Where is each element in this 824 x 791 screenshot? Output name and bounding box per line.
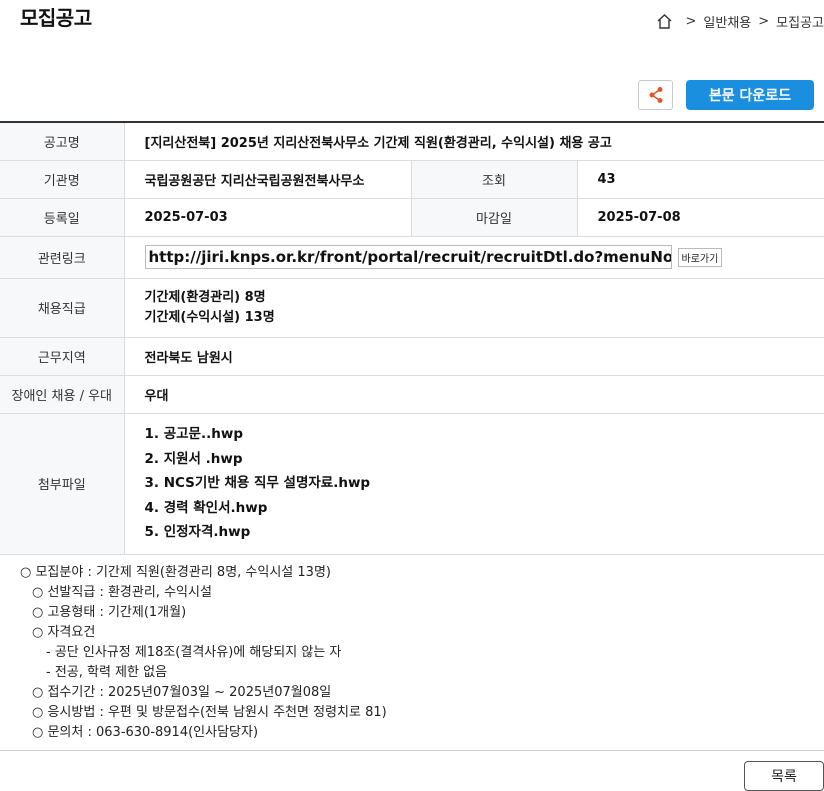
body-line: ○ 문의처 : 063-630-8914(인사담당자) [32,725,259,740]
disabled-value: 우대 [124,375,824,414]
region-value: 전라북도 남원시 [124,337,824,376]
file-link[interactable]: 5. 인정자격.hwp [145,520,824,545]
reg-date-value: 2025-07-03 [124,198,411,237]
share-icon [649,87,662,103]
position-value: 기간제(환경관리) 8명 기간제(수익시설) 13명 [124,278,824,338]
title-value: [지리산전북] 2025년 지리산전북사무소 기간제 직원(환경관리, 수익시설… [124,122,824,161]
breadcrumb: > 일반채용 > 모집공고 [656,12,824,31]
views-value: 43 [577,160,824,199]
download-body-button[interactable]: 본문 다운로드 [686,80,814,110]
file-link[interactable]: 3. NCS기반 채용 직무 설명자료.hwp [145,471,824,496]
title-label: 공고명 [0,122,125,161]
body-line: ○ 고용형태 : 기간제(1개월) [32,605,187,620]
divider [0,750,824,751]
home-icon[interactable] [656,13,673,30]
file-link[interactable]: 2. 지원서 .hwp [145,447,824,472]
breadcrumb-separator: > [758,14,770,29]
notice-body: ○ 모집분야 : 기간제 직원(환경관리 8명, 수익시설 13명) ○ 선발직… [20,563,387,743]
body-line: ○ 응시방법 : 우편 및 방문접수(전북 남원시 주천면 정령치로 81) [32,705,387,720]
table-row: 채용직급 기간제(환경관리) 8명 기간제(수익시설) 13명 [0,278,824,338]
table-row: 첨부파일 1. 공고문..hwp 2. 지원서 .hwp 3. NCS기반 채용… [0,413,824,555]
position-label: 채용직급 [0,278,125,338]
reg-date-label: 등록일 [0,198,125,237]
views-label: 조회 [410,160,578,199]
files-list: 1. 공고문..hwp 2. 지원서 .hwp 3. NCS기반 채용 직무 설… [124,413,824,555]
body-line: ○ 자격요건 [32,625,96,640]
files-label: 첨부파일 [0,413,125,555]
table-row: 기관명 국립공원공단 지리산국립공원전북사무소 조회 43 [0,160,824,199]
share-button[interactable] [638,80,673,110]
link-cell: http://jiri.knps.or.kr/front/portal/recr… [124,236,824,279]
table-row: 관련링크 http://jiri.knps.or.kr/front/portal… [0,236,824,279]
list-button[interactable]: 목록 [744,761,824,791]
deadline-value: 2025-07-08 [577,198,824,237]
body-line: - 전공, 학력 제한 없음 [46,665,168,680]
breadcrumb-item-general-hiring[interactable]: 일반채용 [703,12,751,31]
table-row: 공고명 [지리산전북] 2025년 지리산전북사무소 기간제 직원(환경관리, … [0,122,824,161]
position-item: 기간제(수익시설) 13명 [144,309,275,325]
body-line: ○ 접수기간 : 2025년07월03일 ~ 2025년07월08일 [32,685,332,700]
body-line: ○ 모집분야 : 기간제 직원(환경관리 8명, 수익시설 13명) [20,565,331,580]
body-line: - 공단 인사규정 제18조(결격사유)에 해당되지 않는 자 [46,645,342,660]
body-line: ○ 선발직급 : 환경관리, 수익시설 [32,585,212,600]
breadcrumb-separator: > [685,14,697,29]
link-label: 관련링크 [0,236,125,279]
toolbar: 본문 다운로드 [638,80,814,110]
breadcrumb-item-notice[interactable]: 모집공고 [776,12,824,31]
related-link-field[interactable]: http://jiri.knps.or.kr/front/portal/recr… [144,245,672,269]
org-label: 기관명 [0,160,125,199]
table-row: 장애인 채용 / 우대 우대 [0,375,824,414]
org-value: 국립공원공단 지리산국립공원전북사무소 [124,160,411,199]
deadline-label: 마감일 [410,198,578,237]
table-row: 등록일 2025-07-03 마감일 2025-07-08 [0,198,824,237]
table-row: 근무지역 전라북도 남원시 [0,337,824,376]
notice-info-table: 공고명 [지리산전북] 2025년 지리산전북사무소 기간제 직원(환경관리, … [0,121,824,555]
page-title: 모집공고 [20,6,92,30]
disabled-label: 장애인 채용 / 우대 [0,375,125,414]
file-link[interactable]: 1. 공고문..hwp [145,422,824,447]
region-label: 근무지역 [0,337,125,376]
position-item: 기간제(환경관리) 8명 [144,289,266,305]
file-link[interactable]: 4. 경력 확인서.hwp [145,496,824,521]
go-link-button[interactable]: 바로가기 [677,247,723,267]
